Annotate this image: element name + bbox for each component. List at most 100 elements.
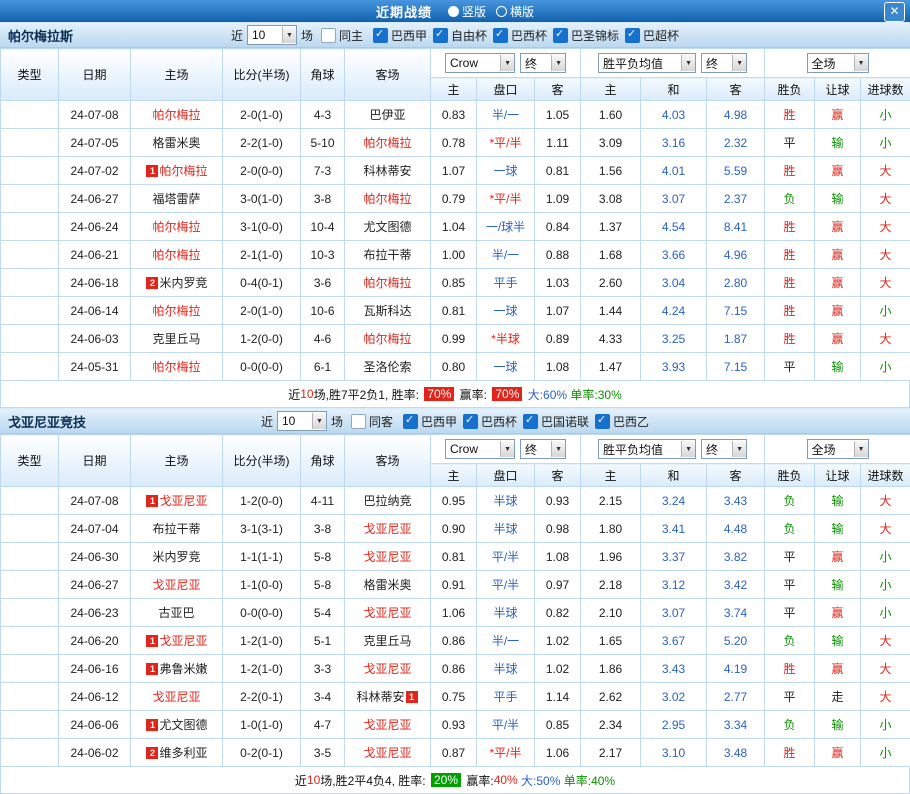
home-cell: 帕尔梅拉 (131, 297, 223, 325)
date-cell: 24-06-27 (59, 185, 131, 213)
close-button[interactable]: ✕ (884, 2, 905, 22)
bookmaker-select[interactable]: Crow▼ (445, 439, 515, 459)
home-cell: 2维多利亚 (131, 739, 223, 767)
ah-odds-time-select[interactable]: 终▼ (520, 53, 566, 73)
scope-select[interactable]: 全场▼ (807, 53, 869, 73)
match-count-select[interactable]: 10 ▼ (247, 25, 297, 45)
avg-odds-select[interactable]: 胜平负均值▼ (598, 53, 696, 73)
ah-away-odds: 0.82 (535, 599, 581, 627)
select-value: 终 (525, 55, 537, 72)
score-cell: 2-2(0-1) (223, 683, 301, 711)
ah-away-odds: 0.97 (535, 571, 581, 599)
odds-time-select[interactable]: 终▼ (701, 439, 747, 459)
type-cell: 巴西甲 (1, 515, 59, 543)
home-team-name: 帕尔梅拉 (152, 304, 200, 318)
home-cell: 格雷米奥 (131, 129, 223, 157)
type-cell: 巴西甲 (1, 739, 59, 767)
league-checkbox[interactable]: 巴国诺联 (523, 413, 589, 430)
same-venue-checkbox[interactable]: 同主 (321, 27, 363, 44)
date-cell: 24-06-30 (59, 543, 131, 571)
layout-vertical-option[interactable]: 竖版 (448, 3, 486, 20)
league-checkbox[interactable]: 巴西乙 (595, 413, 649, 430)
scope-select[interactable]: 全场▼ (807, 439, 869, 459)
odds-home: 1.44 (581, 297, 641, 325)
home-team-name: 戈亚尼亚 (152, 690, 200, 704)
odds-draw: 3.12 (641, 571, 707, 599)
handicap-result-cell: 输 (815, 353, 861, 381)
date-cell: 24-07-08 (59, 101, 131, 129)
avg-odds-select[interactable]: 胜平负均值▼ (598, 439, 696, 459)
odds-draw: 3.24 (641, 487, 707, 515)
home-cell: 帕尔梅拉 (131, 101, 223, 129)
rank-badge: 1 (146, 495, 158, 507)
score-cell: 1-1(1-1) (223, 543, 301, 571)
same-venue-checkbox[interactable]: 同客 (351, 413, 393, 430)
league-checkbox[interactable]: 巴西杯 (463, 413, 517, 430)
home-cell: 1戈亚尼亚 (131, 627, 223, 655)
corners-cell: 5-8 (301, 543, 345, 571)
unit-label: 场 (301, 27, 313, 44)
odds-time-select[interactable]: 终▼ (701, 53, 747, 73)
select-value: 胜平负均值 (603, 441, 663, 458)
ah-home-odds: 0.78 (431, 129, 477, 157)
away-team-name: 戈亚尼亚 (363, 662, 411, 676)
checkbox-icon (625, 28, 640, 43)
league-checkbox[interactable]: 巴圣锦标 (553, 27, 619, 44)
odds-away: 4.96 (707, 241, 765, 269)
home-team-name: 克里丘马 (152, 332, 200, 346)
type-cell: 巴西甲 (1, 269, 59, 297)
checkbox-label: 巴西杯 (511, 27, 547, 44)
col-home: 主场 (131, 49, 223, 101)
handicap-result-cell: 赢 (815, 543, 861, 571)
radio-selected-icon (448, 6, 459, 17)
corners-cell: 3-8 (301, 515, 345, 543)
titlebar: 近期战绩 竖版 横版 ✕ (0, 0, 910, 22)
goals-cell: 大 (861, 325, 910, 353)
ah-odds-time-select[interactable]: 终▼ (520, 439, 566, 459)
score-cell: 3-1(0-0) (223, 213, 301, 241)
corners-cell: 10-3 (301, 241, 345, 269)
odds-home: 2.18 (581, 571, 641, 599)
handicap-cell: *平/半 (477, 129, 535, 157)
date-cell: 24-06-24 (59, 213, 131, 241)
radio-unselected-icon (496, 6, 507, 17)
league-checkbox[interactable]: 巴超杯 (625, 27, 679, 44)
match-count-select[interactable]: 10 ▼ (277, 411, 327, 431)
score-cell: 2-0(0-0) (223, 157, 301, 185)
col-hcp-result: 让球 (815, 464, 861, 487)
handicap-result-cell: 赢 (815, 325, 861, 353)
type-cell: 巴西甲 (1, 157, 59, 185)
select-value: Crow (450, 56, 478, 70)
odds-away: 8.41 (707, 213, 765, 241)
bookmaker-select[interactable]: Crow▼ (445, 53, 515, 73)
away-team-name: 戈亚尼亚 (363, 522, 411, 536)
col-away: 客场 (345, 49, 431, 101)
handicap-result-cell: 赢 (815, 739, 861, 767)
corners-cell: 4-6 (301, 325, 345, 353)
league-checkbox[interactable]: 巴西甲 (373, 27, 427, 44)
league-checkbox[interactable]: 巴西杯 (493, 27, 547, 44)
rank-badge: 2 (146, 277, 158, 289)
section-header: 戈亚尼亚竞技 近 10 ▼ 场 同客 巴西甲巴西杯巴国诺联巴西乙 (0, 408, 910, 434)
date-cell: 24-06-18 (59, 269, 131, 297)
league-checkbox[interactable]: 巴西甲 (403, 413, 457, 430)
handicap-cell: 平/半 (477, 571, 535, 599)
league-checkbox[interactable]: 自由杯 (433, 27, 487, 44)
ah-home-odds: 0.81 (431, 297, 477, 325)
odds-home: 1.60 (581, 101, 641, 129)
result-cell: 胜 (765, 241, 815, 269)
home-team-name: 尤文图德 (159, 718, 207, 732)
ah-away-odds: 1.09 (535, 185, 581, 213)
home-team-name: 米内罗竞 (152, 550, 200, 564)
summary-bar: 近10场,胜2平4负4, 胜率: 20% 赢率:40% 大:50% 单率:40% (0, 767, 910, 794)
summary-segment: 赢率: (463, 772, 494, 789)
ah-away-odds: 1.06 (535, 739, 581, 767)
summary-segment: 70% (424, 387, 454, 401)
checkbox-label: 同客 (369, 413, 393, 430)
ah-away-odds: 0.88 (535, 241, 581, 269)
match-row: 巴西甲24-06-182米内罗竞0-4(0-1)3-6帕尔梅拉0.85平手1.0… (1, 269, 910, 297)
home-team-name: 戈亚尼亚 (159, 494, 207, 508)
odds-away: 1.87 (707, 325, 765, 353)
layout-horizontal-option[interactable]: 横版 (496, 3, 534, 20)
handicap-result-cell: 赢 (815, 157, 861, 185)
